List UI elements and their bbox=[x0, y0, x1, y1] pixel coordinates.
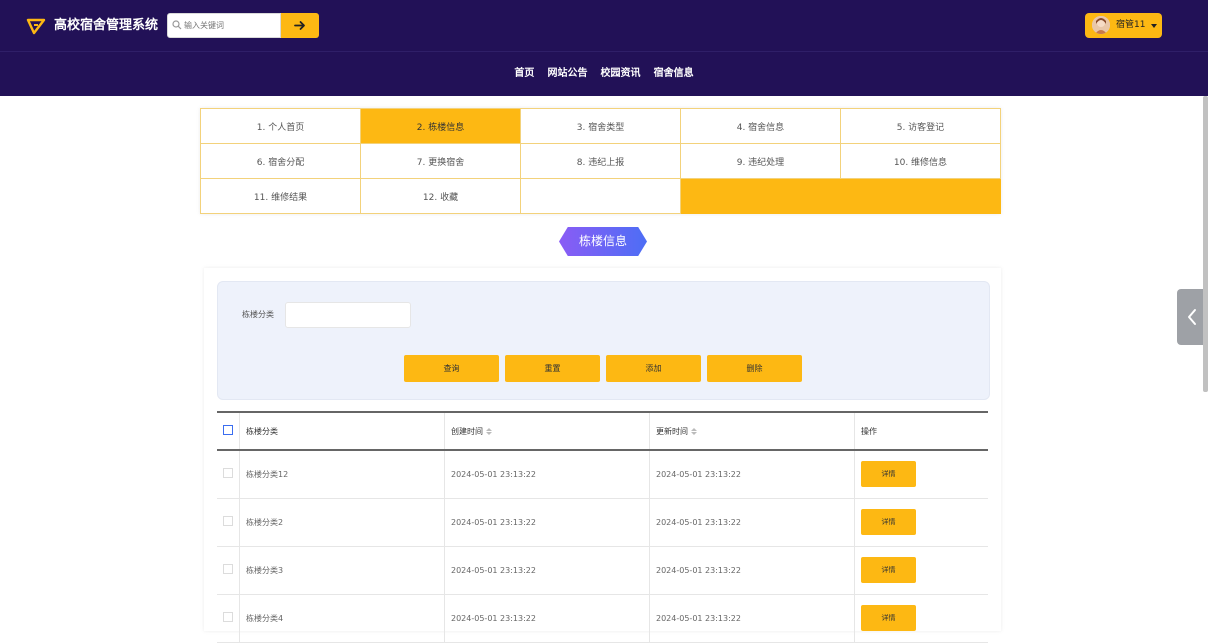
cell-created: 2024-05-01 23:13:22 bbox=[444, 450, 650, 498]
cell-category: 栋楼分类2 bbox=[239, 498, 445, 546]
menu-item-dorm-type[interactable]: 3. 宿舍类型 bbox=[520, 108, 681, 144]
cell-actions: 详情 bbox=[855, 546, 989, 594]
header-created-label: 创建时间 bbox=[451, 426, 483, 436]
row-checkbox-cell bbox=[217, 546, 240, 594]
section-title: 栋楼信息 bbox=[559, 227, 647, 256]
cell-category: 栋楼分类12 bbox=[239, 450, 445, 498]
filter-label: 栋楼分类 bbox=[242, 310, 274, 319]
search-box[interactable] bbox=[167, 13, 281, 38]
row-checkbox-cell bbox=[217, 594, 240, 642]
chevron-down-icon bbox=[1151, 24, 1157, 28]
row-checkbox[interactable] bbox=[223, 564, 233, 574]
search-input[interactable] bbox=[184, 16, 276, 34]
app-title: 高校宿舍管理系统 bbox=[54, 18, 159, 33]
cell-category: 栋楼分类3 bbox=[239, 546, 445, 594]
filter-panel: 栋楼分类 查询 重置 添加 删除 bbox=[217, 281, 990, 400]
menu-item-dorm-info[interactable]: 4. 宿舍信息 bbox=[679, 108, 841, 144]
main-nav: 首页 网站公告 校园资讯 宿舍信息 bbox=[0, 52, 1208, 96]
cell-updated: 2024-05-01 23:13:22 bbox=[649, 546, 855, 594]
data-table: 栋楼分类 创建时间 更新时间 操作 栋楼分类12 2024-05-01 23:1… bbox=[217, 411, 988, 643]
table-row: 栋楼分类3 2024-05-01 23:13:22 2024-05-01 23:… bbox=[217, 546, 988, 594]
detail-button[interactable]: 详情 bbox=[861, 509, 916, 535]
cell-created: 2024-05-01 23:13:22 bbox=[444, 498, 650, 546]
cell-updated: 2024-05-01 23:13:22 bbox=[649, 450, 855, 498]
cell-created: 2024-05-01 23:13:22 bbox=[444, 546, 650, 594]
nav-item-campus-news[interactable]: 校园资讯 bbox=[601, 52, 641, 96]
user-menu-button[interactable]: 宿管11 bbox=[1085, 13, 1162, 38]
add-button[interactable]: 添加 bbox=[606, 355, 701, 382]
arrow-right-icon bbox=[294, 21, 305, 30]
menu-item-visitor-registration[interactable]: 5. 访客登记 bbox=[839, 108, 1002, 144]
query-button[interactable]: 查询 bbox=[404, 355, 499, 382]
menu-item-favorites[interactable]: 12. 收藏 bbox=[360, 178, 521, 214]
detail-button[interactable]: 详情 bbox=[861, 461, 916, 488]
menu-empty-cell bbox=[520, 178, 681, 214]
nav-item-home[interactable]: 首页 bbox=[514, 52, 534, 96]
header-updated[interactable]: 更新时间 bbox=[649, 412, 855, 450]
header-updated-label: 更新时间 bbox=[656, 426, 688, 436]
avatar bbox=[1092, 16, 1110, 34]
search-button[interactable] bbox=[281, 13, 319, 38]
sort-icon[interactable] bbox=[486, 427, 492, 435]
menu-item-building-info[interactable]: 2. 栋楼信息 bbox=[360, 108, 521, 144]
header-actions: 操作 bbox=[861, 426, 877, 436]
row-checkbox-cell bbox=[217, 450, 240, 498]
menu-item-dorm-assignment[interactable]: 6. 宿舍分配 bbox=[200, 143, 361, 179]
row-checkbox[interactable] bbox=[223, 468, 233, 479]
row-checkbox[interactable] bbox=[223, 516, 233, 526]
row-checkbox-cell bbox=[217, 498, 240, 546]
sort-icon[interactable] bbox=[691, 427, 697, 435]
row-checkbox[interactable] bbox=[223, 612, 233, 622]
cell-created: 2024-05-01 23:13:22 bbox=[444, 594, 650, 642]
top-bar: 高校宿舍管理系统 宿管11 bbox=[0, 0, 1208, 52]
cell-updated: 2024-05-01 23:13:22 bbox=[649, 594, 855, 642]
table-row: 栋楼分类2 2024-05-01 23:13:22 2024-05-01 23:… bbox=[217, 498, 988, 546]
reset-button[interactable]: 重置 bbox=[505, 355, 600, 382]
table-header-row: 栋楼分类 创建时间 更新时间 操作 bbox=[217, 412, 988, 450]
detail-button[interactable]: 详情 bbox=[861, 605, 916, 631]
table-row: 栋楼分类12 2024-05-01 23:13:22 2024-05-01 23… bbox=[217, 450, 988, 498]
cell-actions: 详情 bbox=[855, 594, 989, 642]
menu-filler bbox=[679, 178, 1002, 214]
user-name: 宿管11 bbox=[1116, 20, 1146, 30]
logo-icon bbox=[26, 18, 46, 35]
detail-button[interactable]: 详情 bbox=[861, 557, 916, 583]
page-scrollbar[interactable] bbox=[1203, 96, 1208, 392]
building-category-input[interactable] bbox=[285, 302, 411, 328]
select-all-checkbox[interactable] bbox=[223, 425, 233, 435]
header-category: 栋楼分类 bbox=[239, 412, 445, 450]
menu-item-change-dorm[interactable]: 7. 更换宿舍 bbox=[360, 143, 521, 179]
cell-actions: 详情 bbox=[855, 498, 989, 546]
menu-item-violation-report[interactable]: 8. 违纪上报 bbox=[520, 143, 681, 179]
table-row: 栋楼分类4 2024-05-01 23:13:22 2024-05-01 23:… bbox=[217, 594, 988, 642]
menu-item-violation-handling[interactable]: 9. 违纪处理 bbox=[679, 143, 841, 179]
select-all-checkbox-cell bbox=[217, 412, 240, 450]
menu-item-personal-home[interactable]: 1. 个人首页 bbox=[200, 108, 361, 144]
delete-button[interactable]: 删除 bbox=[707, 355, 802, 382]
search-icon bbox=[172, 20, 182, 30]
function-menu: 1. 个人首页 2. 栋楼信息 3. 宿舍类型 4. 宿舍信息 5. 访客登记 … bbox=[200, 108, 1002, 214]
menu-item-repair-result[interactable]: 11. 维修结果 bbox=[200, 178, 361, 214]
cell-updated: 2024-05-01 23:13:22 bbox=[649, 498, 855, 546]
cell-actions: 详情 bbox=[855, 450, 989, 498]
nav-item-announcements[interactable]: 网站公告 bbox=[547, 52, 587, 96]
nav-item-dorm-info[interactable]: 宿舍信息 bbox=[654, 52, 694, 96]
site-header: 高校宿舍管理系统 宿管11 bbox=[0, 0, 1208, 96]
menu-item-repair-info[interactable]: 10. 维修信息 bbox=[839, 143, 1002, 179]
header-created[interactable]: 创建时间 bbox=[444, 412, 650, 450]
cell-category: 栋楼分类4 bbox=[239, 594, 445, 642]
